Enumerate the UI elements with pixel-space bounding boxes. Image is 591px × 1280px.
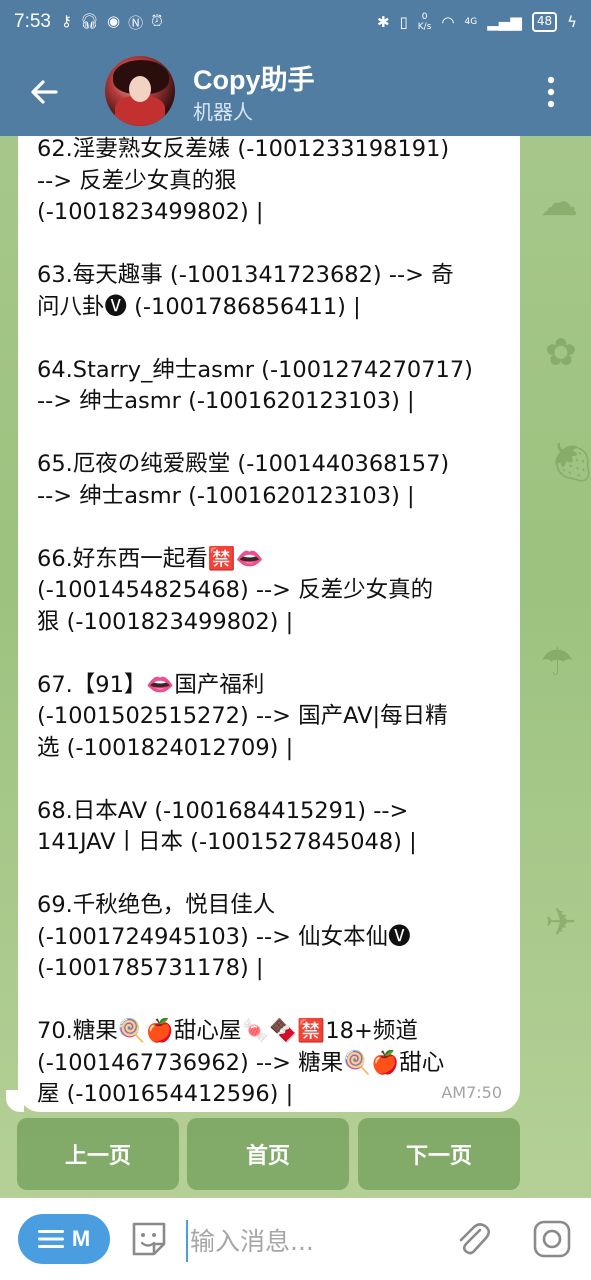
message-input[interactable] [186,1220,432,1262]
back-arrow-icon[interactable] [26,74,62,110]
message-bubble-tail [6,1090,24,1112]
background-doodle-icon: 🍓︎ [548,440,591,484]
key-icon: ⚷ [60,11,72,30]
more-menu-icon[interactable] [537,72,565,112]
chat-subtitle: 机器人 [193,100,253,124]
headphones-icon: 🎧︎ [79,11,100,30]
camera-icon[interactable] [531,1218,573,1260]
network-speed-unit: K/s [417,22,432,32]
background-doodle-icon: ☁ [540,180,578,224]
chat-title[interactable]: Copy助手 [193,58,315,97]
eye-icon: ◉ [107,11,121,30]
battery-indicator: 48 [531,12,558,32]
alarm-icon: ⏰︎ [151,11,163,30]
home-page-button[interactable]: 首页 [187,1118,349,1190]
status-icons-left: ⚷ 🎧︎ ◉ Ⓝ ⏰︎ [61,12,163,33]
message-bubble[interactable]: 62.淫妻熟女反差婊 (-1001233198191) --> 反差少女真的狠 … [18,136,520,1112]
status-time: 7:53 [14,11,51,32]
input-bar: M [0,1198,591,1280]
bot-menu-button[interactable]: M [18,1214,110,1264]
message-time: AM7:50 [441,1083,502,1102]
attach-icon[interactable] [452,1218,494,1260]
background-doodle-icon: ✿ [545,330,577,374]
charging-icon: ϟ [567,13,577,31]
next-page-button[interactable]: 下一页 [358,1118,520,1190]
message-text: 62.淫妻熟女反差婊 (-1001233198191) --> 反差少女真的狠 … [37,136,473,1107]
network-speed: 0 K/s [418,12,432,32]
signal-icon: ▂▄▆ [487,13,522,31]
status-icons-right: ✱ ▯ 0 K/s ◠ 4G ▂▄▆ 48 ϟ [377,12,577,32]
bluetooth-icon: ✱ [376,13,390,31]
sticker-icon[interactable] [128,1218,170,1260]
bot-menu-label: M [71,1226,91,1251]
background-doodle-icon: ☂ [540,640,575,684]
nfc-icon: Ⓝ [128,13,144,32]
chat-header: Copy助手 机器人 [0,44,591,136]
background-doodle-icon: ✈ [545,900,577,944]
vibrate-icon: ▯ [399,13,408,31]
prev-page-button[interactable]: 上一页 [17,1118,179,1190]
wifi-icon: ◠ [441,13,455,31]
network-type: 4G [464,17,478,27]
status-bar: 7:53 ⚷ 🎧︎ ◉ Ⓝ ⏰︎ ✱ ▯ 0 K/s ◠ 4G ▂▄▆ 48 ϟ [0,0,591,44]
avatar[interactable] [105,56,175,126]
hamburger-icon [37,1230,64,1248]
network-speed-value: 0 [421,12,428,22]
